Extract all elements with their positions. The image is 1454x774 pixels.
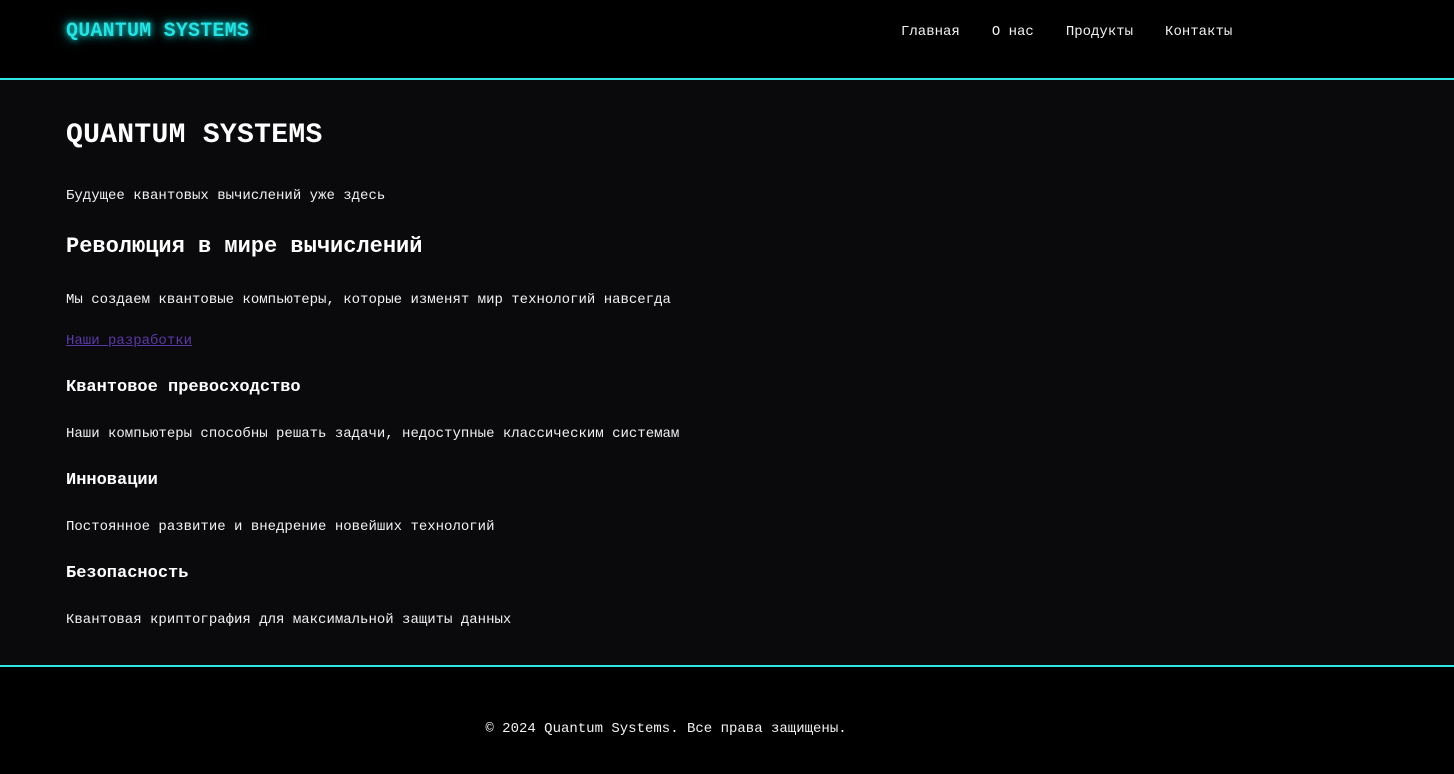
feature-title-supremacy: Квантовое превосходство — [66, 378, 301, 397]
feature-title-innovation: Инновации — [66, 471, 158, 490]
main-nav: Главная О нас Продукты Контакты — [901, 24, 1232, 40]
developments-link[interactable]: Наши разработки — [66, 333, 192, 349]
nav-item-home[interactable]: Главная — [901, 24, 960, 40]
nav-item-about[interactable]: О нас — [992, 24, 1034, 40]
feature-text-security: Квантовая криптография для максимальной … — [66, 612, 512, 628]
intro-heading: Революция в мире вычислений — [66, 234, 423, 259]
feature-text-supremacy: Наши компьютеры способны решать задачи, … — [66, 426, 680, 442]
site-logo[interactable]: QUANTUM SYSTEMS — [66, 20, 249, 43]
feature-title-security: Безопасность — [66, 564, 189, 583]
nav-item-contacts[interactable]: Контакты — [1165, 24, 1232, 40]
site-header: QUANTUM SYSTEMS Главная О нас Продукты К… — [0, 0, 1454, 80]
nav-item-products[interactable]: Продукты — [1066, 24, 1133, 40]
feature-text-innovation: Постоянное развитие и внедрение новейших… — [66, 519, 495, 535]
page-title: QUANTUM SYSTEMS — [66, 120, 323, 151]
hero-tagline: Будущее квантовых вычислений уже здесь — [66, 188, 386, 204]
intro-text: Мы создаем квантовые компьютеры, которые… — [66, 292, 671, 308]
site-footer: © 2024 Quantum Systems. Все права защище… — [0, 665, 1454, 774]
copyright-text: © 2024 Quantum Systems. Все права защище… — [485, 721, 847, 737]
